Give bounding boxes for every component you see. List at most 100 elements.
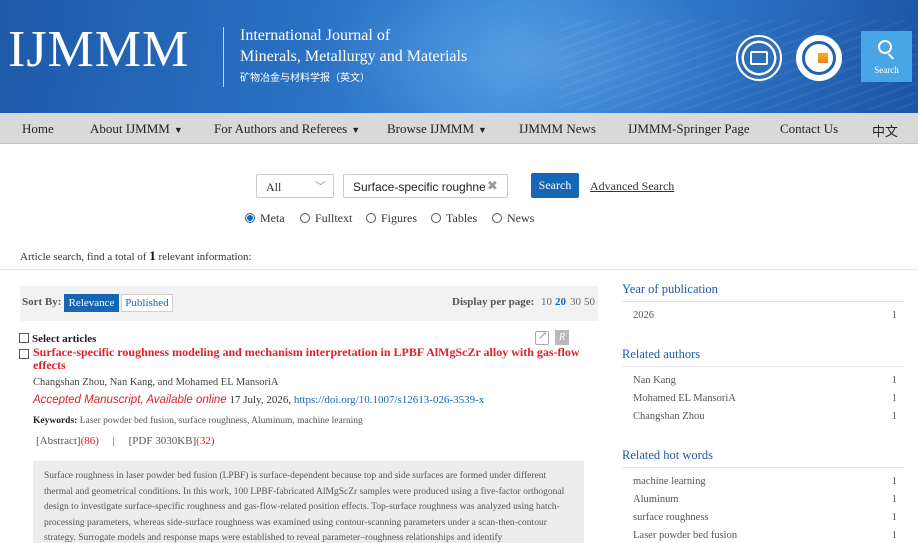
article-checkbox[interactable] bbox=[19, 348, 29, 363]
search-type-news[interactable]: News bbox=[492, 211, 534, 226]
sort-relevance-button[interactable]: Relevance bbox=[64, 294, 119, 312]
nav-authors[interactable]: For Authors and Referees ▼ bbox=[214, 121, 360, 137]
search-type-tables[interactable]: Tables bbox=[431, 211, 477, 226]
search-type-meta[interactable]: Meta bbox=[245, 211, 285, 226]
result-summary-suffix: relevant information: bbox=[155, 251, 252, 263]
facet-hotword-row[interactable]: surface roughness 1 bbox=[633, 512, 897, 523]
itm-emblem-icon[interactable] bbox=[796, 35, 842, 81]
nav-about-label: About IJMMM bbox=[90, 121, 170, 136]
facet-row-count: 1 bbox=[891, 530, 897, 541]
search-scope-select[interactable]: All ﹀ bbox=[256, 174, 334, 198]
advanced-search-link[interactable]: Advanced Search bbox=[590, 179, 674, 194]
nav-home[interactable]: Home bbox=[22, 121, 54, 137]
chevron-down-icon: ▼ bbox=[173, 125, 183, 135]
journal-logo[interactable]: IJMMM bbox=[8, 24, 189, 76]
facet-hotword-row[interactable]: machine learning 1 bbox=[633, 476, 897, 487]
journal-name: International Journal of Minerals, Metal… bbox=[240, 25, 467, 67]
link-separator: | bbox=[112, 435, 115, 447]
nav-news[interactable]: IJMMM News bbox=[519, 121, 596, 137]
radio-icon bbox=[366, 213, 376, 223]
nav-browse[interactable]: Browse IJMMM ▼ bbox=[387, 121, 487, 137]
nav-springer[interactable]: IJMMM-Springer Page bbox=[628, 121, 750, 137]
facet-row-label: machine learning bbox=[633, 476, 706, 487]
search-button[interactable]: Search bbox=[531, 173, 579, 198]
nav-browse-label: Browse IJMMM bbox=[387, 121, 475, 136]
checkbox[interactable] bbox=[19, 333, 29, 343]
reference-icon[interactable]: R bbox=[555, 330, 569, 345]
radio-selected-icon bbox=[245, 213, 255, 223]
share-icon[interactable] bbox=[535, 329, 549, 345]
header-search-label: Search bbox=[874, 65, 899, 75]
search-icon-handle bbox=[887, 53, 895, 60]
society-emblem-icon[interactable] bbox=[736, 35, 782, 81]
clear-icon[interactable]: ✖ bbox=[487, 178, 498, 194]
facet-author-row[interactable]: Mohamed EL MansoriA 1 bbox=[633, 393, 897, 404]
article-links: [Abstract](86) | [PDF 3030KB](32) bbox=[36, 435, 215, 447]
search-type-figures[interactable]: Figures bbox=[366, 211, 417, 226]
search-type-meta-label: Meta bbox=[260, 211, 285, 225]
facet-row-label: Laser powder bed fusion bbox=[633, 530, 738, 541]
facet-row-count: 1 bbox=[891, 375, 897, 386]
search-type-fulltext[interactable]: Fulltext bbox=[300, 211, 352, 226]
select-articles[interactable]: Select articles bbox=[19, 333, 96, 345]
chevron-down-icon: ▼ bbox=[351, 125, 361, 135]
facet-row-label: Nan Kang bbox=[633, 375, 676, 386]
radio-icon bbox=[431, 213, 441, 223]
chevron-down-icon: ▼ bbox=[478, 125, 487, 135]
per-page-50[interactable]: 50 bbox=[584, 296, 595, 308]
facet-row-count: 1 bbox=[891, 393, 897, 404]
per-page-10[interactable]: 10 bbox=[541, 296, 552, 308]
facet-divider bbox=[622, 301, 904, 302]
abstract-link[interactable]: [Abstract] bbox=[36, 435, 81, 447]
nav-springer-label: IJMMM-Springer Page bbox=[628, 121, 750, 136]
search-scope-value: All bbox=[266, 180, 282, 194]
search-type-news-label: News bbox=[507, 211, 535, 225]
facet-author-row[interactable]: Changshan Zhou 1 bbox=[633, 411, 897, 422]
sort-published-button[interactable]: Published bbox=[121, 294, 173, 312]
abstract-count: (86) bbox=[80, 435, 99, 447]
divider bbox=[0, 269, 918, 270]
nav-contact[interactable]: Contact Us bbox=[780, 121, 838, 137]
site-header: IJMMM International Journal of Minerals,… bbox=[0, 0, 918, 113]
search-type-fulltext-label: Fulltext bbox=[315, 211, 353, 225]
nav-about[interactable]: About IJMMM ▼ bbox=[90, 121, 183, 137]
per-page-30[interactable]: 30 bbox=[570, 296, 581, 308]
journal-name-line-1: International Journal of bbox=[240, 27, 391, 44]
facet-hotword-row[interactable]: Aluminum 1 bbox=[633, 494, 897, 505]
facet-divider bbox=[622, 366, 904, 367]
facet-row-count: 1 bbox=[891, 411, 897, 422]
facet-row-count: 1 bbox=[891, 512, 897, 523]
pdf-link[interactable]: [PDF 3030KB] bbox=[129, 435, 197, 447]
article-status: Accepted Manuscript, Available online bbox=[33, 394, 227, 406]
nav-chinese-label: 中文 bbox=[872, 125, 899, 140]
search-input[interactable]: Surface-specific roughness modeling ✖ bbox=[343, 174, 508, 198]
facet-author-row[interactable]: Nan Kang 1 bbox=[633, 375, 897, 386]
checkbox[interactable] bbox=[19, 349, 29, 359]
sort-bar: Sort By: Relevance Published Display per… bbox=[20, 286, 598, 321]
article-date: 17 July, 2026, bbox=[226, 394, 294, 406]
nav-chinese[interactable]: 中文 bbox=[872, 121, 898, 140]
keywords-value: Laser powder bed fusion, surface roughne… bbox=[77, 416, 363, 426]
journal-name-line-2: Minerals, Metallurgy and Materials bbox=[240, 48, 468, 65]
journal-name-chinese: 矿物冶金与材料学报（英文） bbox=[240, 73, 370, 84]
facet-year-title: Year of publication bbox=[622, 282, 718, 296]
emblem-bar bbox=[818, 53, 828, 63]
nav-contact-label: Contact Us bbox=[780, 121, 839, 136]
facet-year-row[interactable]: 2026 1 bbox=[633, 310, 897, 321]
article-keywords: Keywords: Laser powder bed fusion, surfa… bbox=[33, 416, 363, 426]
nav-authors-label: For Authors and Referees bbox=[214, 121, 348, 136]
nav-news-label: IJMMM News bbox=[519, 121, 596, 136]
header-search-button[interactable]: Search bbox=[861, 31, 912, 82]
facet-hotwords-title: Related hot words bbox=[622, 448, 713, 462]
main-nav: Home About IJMMM ▼ For Authors and Refere… bbox=[0, 113, 918, 144]
search-type-figures-label: Figures bbox=[381, 211, 417, 225]
per-page-20[interactable]: 20 bbox=[555, 296, 566, 308]
article-title[interactable]: Surface-specific roughness modeling and … bbox=[33, 346, 593, 372]
article-doi-link[interactable]: https://doi.org/10.1007/s12613-026-3539-… bbox=[294, 394, 484, 406]
article-abstract: Surface roughness in laser powder bed fu… bbox=[33, 461, 584, 543]
facet-hotword-row[interactable]: Laser powder bed fusion 1 bbox=[633, 530, 897, 541]
logo-divider bbox=[223, 27, 224, 87]
keywords-label: Keywords: bbox=[33, 416, 78, 426]
article-authors: Changshan Zhou, Nan Kang, and Mohamed EL… bbox=[33, 377, 279, 388]
facet-row-label: Aluminum bbox=[633, 494, 679, 505]
